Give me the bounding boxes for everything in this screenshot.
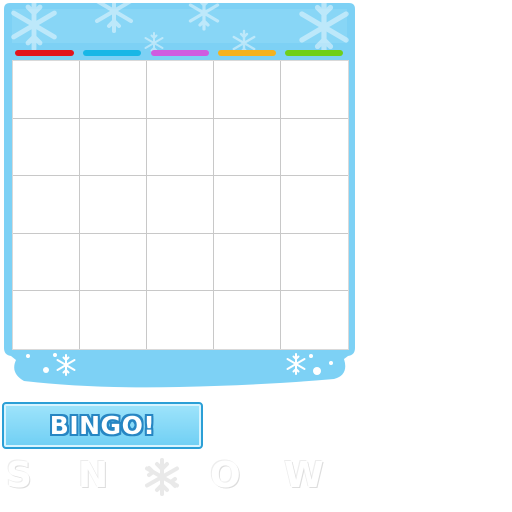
bingo-cell[interactable] bbox=[281, 234, 348, 292]
bingo-cell[interactable] bbox=[281, 291, 348, 349]
bingo-cell[interactable] bbox=[147, 233, 214, 292]
bingo-cell[interactable] bbox=[214, 61, 281, 119]
bingo-cell[interactable] bbox=[80, 61, 147, 119]
bingo-button[interactable]: BINGO! bbox=[2, 402, 203, 449]
bingo-card bbox=[4, 3, 355, 389]
bingo-cell[interactable] bbox=[13, 291, 80, 349]
snow-title: S N O W bbox=[0, 456, 330, 496]
bingo-button-label: BINGO! bbox=[49, 411, 156, 440]
snow-letter-o: O bbox=[210, 455, 241, 496]
snow-letter-w: W bbox=[284, 455, 324, 496]
snowflake-icon bbox=[145, 458, 179, 496]
color-bar-n bbox=[151, 50, 209, 56]
color-bar-g bbox=[218, 50, 276, 56]
bingo-cell[interactable] bbox=[80, 118, 147, 177]
bingo-cell[interactable] bbox=[80, 291, 147, 349]
color-bar-o bbox=[285, 50, 343, 56]
bingo-cell[interactable] bbox=[80, 233, 147, 292]
snow-letter-n: N bbox=[78, 455, 109, 496]
bingo-cell[interactable] bbox=[147, 291, 214, 349]
bingo-cell[interactable] bbox=[214, 118, 281, 177]
bingo-cell[interactable] bbox=[281, 61, 348, 119]
bingo-cell[interactable] bbox=[80, 176, 147, 234]
bingo-cell[interactable] bbox=[13, 61, 80, 119]
color-bar-b bbox=[15, 50, 74, 56]
bingo-cell[interactable] bbox=[281, 176, 348, 234]
bingo-cell[interactable] bbox=[13, 176, 80, 234]
bingo-cell[interactable] bbox=[214, 233, 281, 292]
color-bars bbox=[4, 3, 355, 63]
bingo-cell[interactable] bbox=[13, 118, 80, 177]
bingo-grid bbox=[12, 60, 349, 350]
bingo-cell[interactable] bbox=[147, 61, 214, 119]
bingo-cell[interactable] bbox=[13, 233, 80, 292]
color-bar-i bbox=[83, 50, 141, 56]
bingo-cell[interactable] bbox=[214, 291, 281, 349]
bingo-cell[interactable] bbox=[147, 118, 214, 177]
snow-letter-s: S bbox=[6, 455, 32, 496]
bingo-cell[interactable] bbox=[214, 176, 281, 234]
bingo-cell[interactable] bbox=[281, 119, 348, 177]
bingo-cell[interactable] bbox=[147, 176, 214, 234]
